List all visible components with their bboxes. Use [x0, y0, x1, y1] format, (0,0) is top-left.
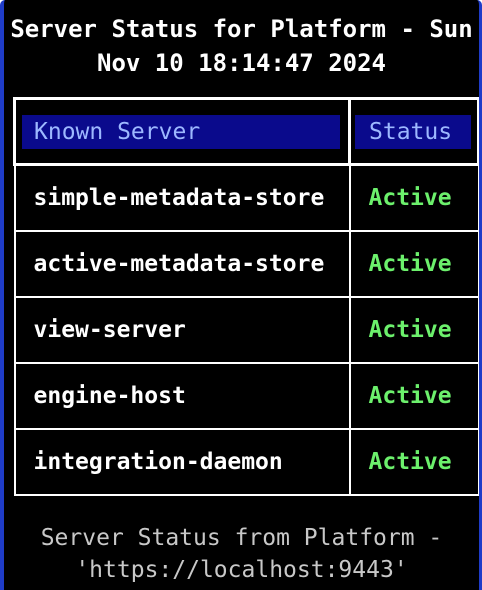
status-cell: Active [348, 296, 479, 364]
table-row[interactable]: simple-metadata-store Active [13, 163, 479, 232]
column-header-known-server[interactable]: Known Server [13, 97, 351, 166]
footer-caption: Server Status from Platform - 'https://l… [40, 525, 443, 583]
server-name-cell: active-metadata-store [13, 230, 351, 298]
column-header-label: Known Server [22, 114, 340, 149]
status-cell: Active [348, 163, 479, 232]
server-name-cell: view-server [13, 296, 351, 364]
table-header-row: Known Server Status [13, 97, 479, 166]
terminal-window: Server Status for Platform - Sun Nov 10 … [0, 0, 482, 590]
column-header-label: Status [355, 114, 471, 149]
table-row[interactable]: engine-host Active [13, 362, 479, 430]
server-name-cell: engine-host [13, 362, 351, 430]
status-cell: Active [348, 230, 479, 298]
status-cell: Active [348, 362, 479, 430]
table-row[interactable]: active-metadata-store Active [13, 230, 479, 298]
server-status-table: Known Server Status simple-metadata-stor… [13, 97, 479, 496]
status-cell: Active [348, 428, 479, 496]
page-title: Server Status for Platform - Sun Nov 10 … [10, 15, 473, 77]
table-row[interactable]: integration-daemon Active [13, 428, 479, 496]
column-header-status[interactable]: Status [348, 97, 479, 166]
server-name-cell: integration-daemon [13, 428, 351, 496]
table-row[interactable]: view-server Active [13, 296, 479, 364]
server-name-cell: simple-metadata-store [13, 163, 351, 232]
